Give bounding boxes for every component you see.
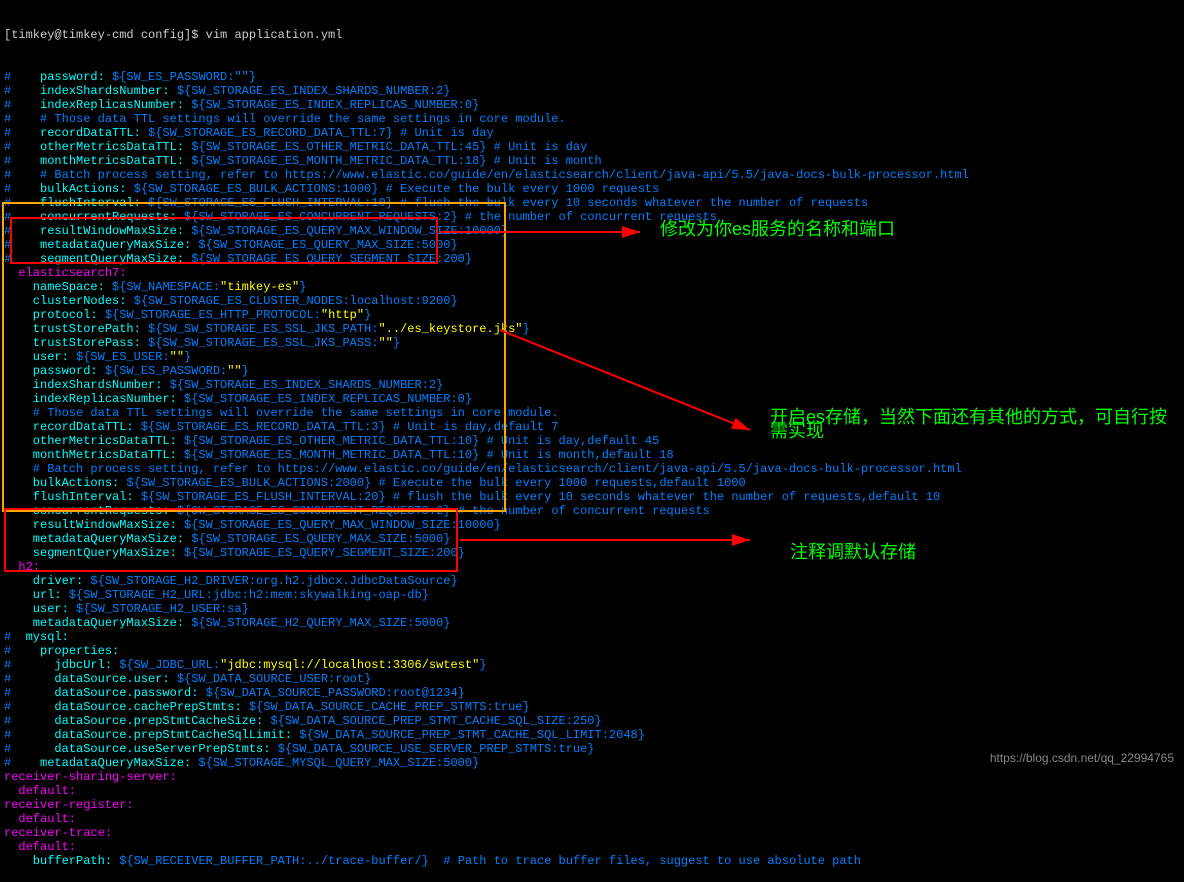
code-line: default: (0, 812, 1184, 826)
code-line: # monthMetricsDataTTL: ${SW_STORAGE_ES_M… (0, 154, 1184, 168)
code-line: # concurrentRequests: ${SW_STORAGE_ES_CO… (0, 210, 1184, 224)
code-line: metadataQueryMaxSize: ${SW_STORAGE_ES_QU… (0, 532, 1184, 546)
code-line: trustStorePath: ${SW_SW_STORAGE_ES_SSL_J… (0, 322, 1184, 336)
code-line: segmentQueryMaxSize: ${SW_STORAGE_ES_QUE… (0, 546, 1184, 560)
code-line: # dataSource.user: ${SW_DATA_SOURCE_USER… (0, 672, 1184, 686)
code-line: user: ${SW_ES_USER:""} (0, 350, 1184, 364)
code-line: driver: ${SW_STORAGE_H2_DRIVER:org.h2.jd… (0, 574, 1184, 588)
code-line: # dataSource.cachePrepStmts: ${SW_DATA_S… (0, 700, 1184, 714)
code-line: # properties: (0, 644, 1184, 658)
code-line: # flushInterval: ${SW_STORAGE_ES_FLUSH_I… (0, 196, 1184, 210)
code-line: # Batch process setting, refer to https:… (0, 462, 1184, 476)
code-line: elasticsearch7: (0, 266, 1184, 280)
code-line: # indexReplicasNumber: ${SW_STORAGE_ES_I… (0, 98, 1184, 112)
code-line: bulkActions: ${SW_STORAGE_ES_BULK_ACTION… (0, 476, 1184, 490)
shell-prompt: [timkey@timkey-cmd config]$ vim applicat… (0, 28, 1184, 42)
code-line: trustStorePass: ${SW_SW_STORAGE_ES_SSL_J… (0, 336, 1184, 350)
code-line: user: ${SW_STORAGE_H2_USER:sa} (0, 602, 1184, 616)
code-line: bufferPath: ${SW_RECEIVER_BUFFER_PATH:..… (0, 854, 1184, 868)
code-line: # segmentQueryMaxSize: ${SW_STORAGE_ES_Q… (0, 252, 1184, 266)
code-line: # # Batch process setting, refer to http… (0, 168, 1184, 182)
terminal-view[interactable]: [timkey@timkey-cmd config]$ vim applicat… (0, 0, 1184, 771)
code-line: h2: (0, 560, 1184, 574)
code-line: monthMetricsDataTTL: ${SW_STORAGE_ES_MON… (0, 448, 1184, 462)
vim-content[interactable]: # password: ${SW_ES_PASSWORD:""}# indexS… (0, 70, 1184, 868)
code-line: # indexShardsNumber: ${SW_STORAGE_ES_IND… (0, 84, 1184, 98)
code-line: concurrentRequests: ${SW_STORAGE_ES_CONC… (0, 504, 1184, 518)
code-line: nameSpace: ${SW_NAMESPACE:"timkey-es"} (0, 280, 1184, 294)
code-line: default: (0, 840, 1184, 854)
code-line: # dataSource.prepStmtCacheSqlLimit: ${SW… (0, 728, 1184, 742)
code-line: password: ${SW_ES_PASSWORD:""} (0, 364, 1184, 378)
code-line: # recordDataTTL: ${SW_STORAGE_ES_RECORD_… (0, 126, 1184, 140)
code-line: receiver-trace: (0, 826, 1184, 840)
code-line: indexShardsNumber: ${SW_STORAGE_ES_INDEX… (0, 378, 1184, 392)
code-line: # otherMetricsDataTTL: ${SW_STORAGE_ES_O… (0, 140, 1184, 154)
code-line: # # Those data TTL settings will overrid… (0, 112, 1184, 126)
code-line: resultWindowMaxSize: ${SW_STORAGE_ES_QUE… (0, 518, 1184, 532)
code-line: # password: ${SW_ES_PASSWORD:""} (0, 70, 1184, 84)
code-line: default: (0, 784, 1184, 798)
code-line: # resultWindowMaxSize: ${SW_STORAGE_ES_Q… (0, 224, 1184, 238)
annotation-es-name: 修改为你es服务的名称和端口 (660, 222, 895, 236)
code-line: receiver-sharing-server: (0, 770, 1184, 784)
code-line: # bulkActions: ${SW_STORAGE_ES_BULK_ACTI… (0, 182, 1184, 196)
code-line: flushInterval: ${SW_STORAGE_ES_FLUSH_INT… (0, 490, 1184, 504)
code-line: # jdbcUrl: ${SW_JDBC_URL:"jdbc:mysql://l… (0, 658, 1184, 672)
code-line: # dataSource.password: ${SW_DATA_SOURCE_… (0, 686, 1184, 700)
code-line: indexReplicasNumber: ${SW_STORAGE_ES_IND… (0, 392, 1184, 406)
code-line: # dataSource.prepStmtCacheSize: ${SW_DAT… (0, 714, 1184, 728)
annotation-h2: 注释调默认存储 (790, 545, 916, 559)
code-line: # metadataQueryMaxSize: ${SW_STORAGE_ES_… (0, 238, 1184, 252)
code-line: metadataQueryMaxSize: ${SW_STORAGE_H2_QU… (0, 616, 1184, 630)
code-line: receiver-register: (0, 798, 1184, 812)
code-line: protocol: ${SW_STORAGE_ES_HTTP_PROTOCOL:… (0, 308, 1184, 322)
watermark: https://blog.csdn.net/qq_22994765 (990, 751, 1174, 765)
code-line: # mysql: (0, 630, 1184, 644)
code-line: url: ${SW_STORAGE_H2_URL:jdbc:h2:mem:sky… (0, 588, 1184, 602)
code-line: clusterNodes: ${SW_STORAGE_ES_CLUSTER_NO… (0, 294, 1184, 308)
annotation-es-storage: 开启es存储，当然下面还有其他的方式，可自行按需实现 (770, 410, 1170, 438)
